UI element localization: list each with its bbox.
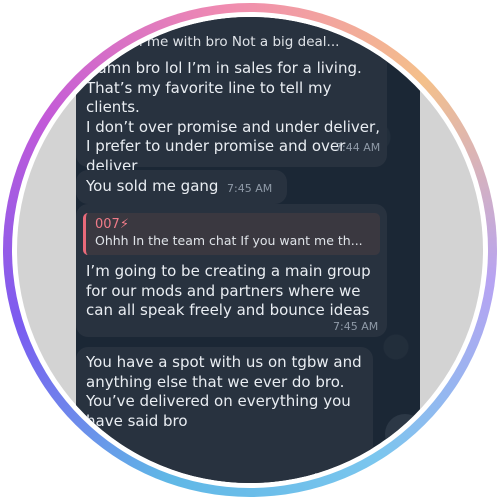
avatar-icon xyxy=(91,441,115,465)
message-time: 7:46 AM xyxy=(314,471,360,483)
heart-reaction-icon[interactable] xyxy=(80,448,90,458)
message-text: You have a spot with us on tgbw and anyt… xyxy=(86,353,362,430)
message-time: 7:44 AM xyxy=(335,141,381,154)
message-time: 7:45 AM xyxy=(333,320,379,333)
scroll-down-button[interactable] xyxy=(385,414,425,454)
message-time: 7:45 AM xyxy=(227,182,273,195)
message-bubble[interactable]: 007⚡ Ohhh In the team chat If you want m… xyxy=(76,204,387,337)
reply-sender-name: 007⚡ xyxy=(95,217,129,232)
reply-preview-text: Ohhh In the team chat If you want me th.… xyxy=(95,233,363,248)
reply-preview[interactable]: 007⚡ Ohhh In the team chat If you want m… xyxy=(83,213,380,255)
message-reactions[interactable] xyxy=(80,441,115,465)
circular-viewport: good with me with bro Not a big deal... … xyxy=(17,17,483,483)
chat-area[interactable]: good with me with bro Not a big deal... … xyxy=(76,17,420,483)
message-text: Damn bro lol I’m in sales for a living. … xyxy=(86,59,380,175)
message-text: I’m going to be creating a main group fo… xyxy=(86,262,371,319)
message-bubble[interactable]: You sold me gang 7:45 AM xyxy=(76,170,287,204)
message-bubble[interactable]: You have a spot with us on tgbw and anyt… xyxy=(76,347,373,483)
reply-preview[interactable]: good with me with bro Not a big deal... xyxy=(76,31,376,51)
reply-preview-text: good with me with bro Not a big deal... xyxy=(76,34,340,50)
message-text: You sold me gang xyxy=(86,177,219,195)
chevron-right-icon xyxy=(398,423,412,445)
message-bubble[interactable]: good with me with bro Not a big deal... … xyxy=(76,17,387,175)
